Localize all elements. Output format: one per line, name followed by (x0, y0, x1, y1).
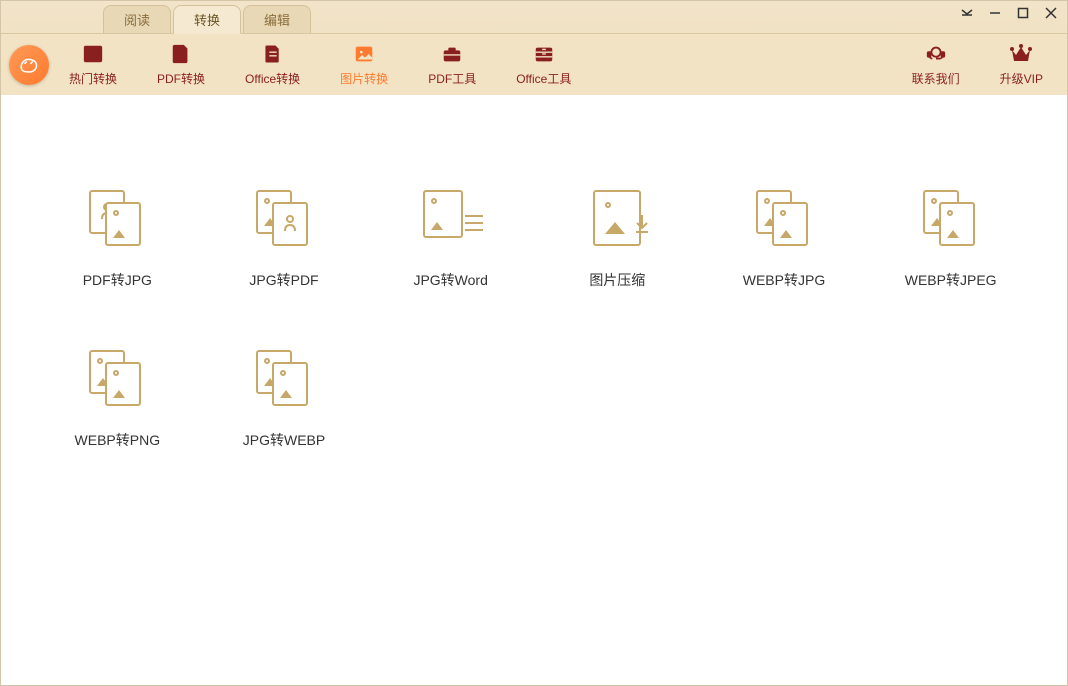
toolbox-icon (440, 42, 464, 66)
toolbar-label: 热门转换 (69, 70, 117, 87)
titlebar: 阅读 转换 编辑 热门转换 (1, 1, 1067, 90)
webp-to-jpg-icon (756, 190, 812, 246)
toolbar-image-convert[interactable]: 图片转换 (332, 38, 396, 91)
tool-jpg-to-webp[interactable]: JPG转WEBP (221, 350, 348, 450)
pdf-to-jpg-icon (89, 190, 145, 246)
toolbar-hot-convert[interactable]: 热门转换 (61, 38, 125, 91)
webp-to-jpeg-icon (923, 190, 979, 246)
image-compress-icon (589, 190, 645, 246)
toolbar-label: PDF工具 (428, 70, 476, 87)
maximize-icon[interactable] (1015, 5, 1031, 21)
jpg-to-webp-icon (256, 350, 312, 406)
star-icon (81, 42, 105, 66)
crown-icon (1009, 42, 1033, 66)
tool-webp-to-jpeg[interactable]: WEBP转JPEG (887, 190, 1014, 290)
tool-label: JPG转WEBP (243, 430, 325, 450)
office-file-icon (261, 42, 285, 66)
webp-to-png-icon (89, 350, 145, 406)
tool-jpg-to-pdf[interactable]: JPG转PDF (221, 190, 348, 290)
toolbar-label: Office转换 (245, 70, 300, 87)
right-actions: 联系我们 升级VIP (904, 38, 1059, 91)
dropdown-icon[interactable] (959, 5, 975, 21)
tool-label: JPG转Word (413, 270, 487, 290)
tool-label: PDF转JPG (83, 270, 152, 290)
tool-webp-to-png[interactable]: WEBP转PNG (54, 350, 181, 450)
tool-label: WEBP转JPG (743, 270, 825, 290)
tool-label: WEBP转JPEG (905, 270, 997, 290)
toolbar-office-tools[interactable]: Office工具 (508, 38, 579, 91)
tab-edit[interactable]: 编辑 (243, 5, 311, 33)
tools-grid: PDF转JPG JPG转PDF (54, 190, 1014, 450)
tool-image-compress[interactable]: 图片压缩 (554, 190, 681, 290)
contact-us-button[interactable]: 联系我们 (904, 38, 968, 91)
toolbar-label: PDF转换 (157, 70, 205, 87)
main-tabs: 阅读 转换 编辑 (1, 1, 1067, 33)
tool-jpg-to-word[interactable]: JPG转Word (387, 190, 514, 290)
tool-pdf-to-jpg[interactable]: PDF转JPG (54, 190, 181, 290)
toolbar-label: 联系我们 (912, 70, 960, 87)
toolbar-label: Office工具 (516, 70, 571, 87)
tab-read[interactable]: 阅读 (103, 5, 171, 33)
content-area: PDF转JPG JPG转PDF (1, 90, 1067, 490)
upgrade-vip-button[interactable]: 升级VIP (992, 38, 1051, 91)
tool-webp-to-jpg[interactable]: WEBP转JPG (721, 190, 848, 290)
image-icon (352, 42, 376, 66)
tool-label: 图片压缩 (589, 270, 645, 290)
tab-convert[interactable]: 转换 (173, 5, 241, 34)
toolbar: 热门转换 PDF转换 Office转换 图片转换 (1, 33, 1067, 95)
minimize-icon[interactable] (987, 5, 1003, 21)
toolbar-items: 热门转换 PDF转换 Office转换 图片转换 (61, 38, 579, 91)
toolbar-label: 升级VIP (1000, 70, 1043, 87)
toolbar-pdf-convert[interactable]: PDF转换 (149, 38, 213, 91)
tool-label: JPG转PDF (249, 270, 318, 290)
window-controls (959, 5, 1059, 21)
jpg-to-word-icon (423, 190, 479, 246)
toolbar-pdf-tools[interactable]: PDF工具 (420, 38, 484, 91)
toolbar-office-convert[interactable]: Office转换 (237, 38, 308, 91)
pdf-file-icon (169, 42, 193, 66)
app-logo[interactable] (9, 45, 49, 85)
toolbar-label: 图片转换 (340, 70, 388, 87)
close-icon[interactable] (1043, 5, 1059, 21)
jpg-to-pdf-icon (256, 190, 312, 246)
headset-icon (924, 42, 948, 66)
tool-label: WEBP转PNG (75, 430, 161, 450)
drawer-icon (532, 42, 556, 66)
